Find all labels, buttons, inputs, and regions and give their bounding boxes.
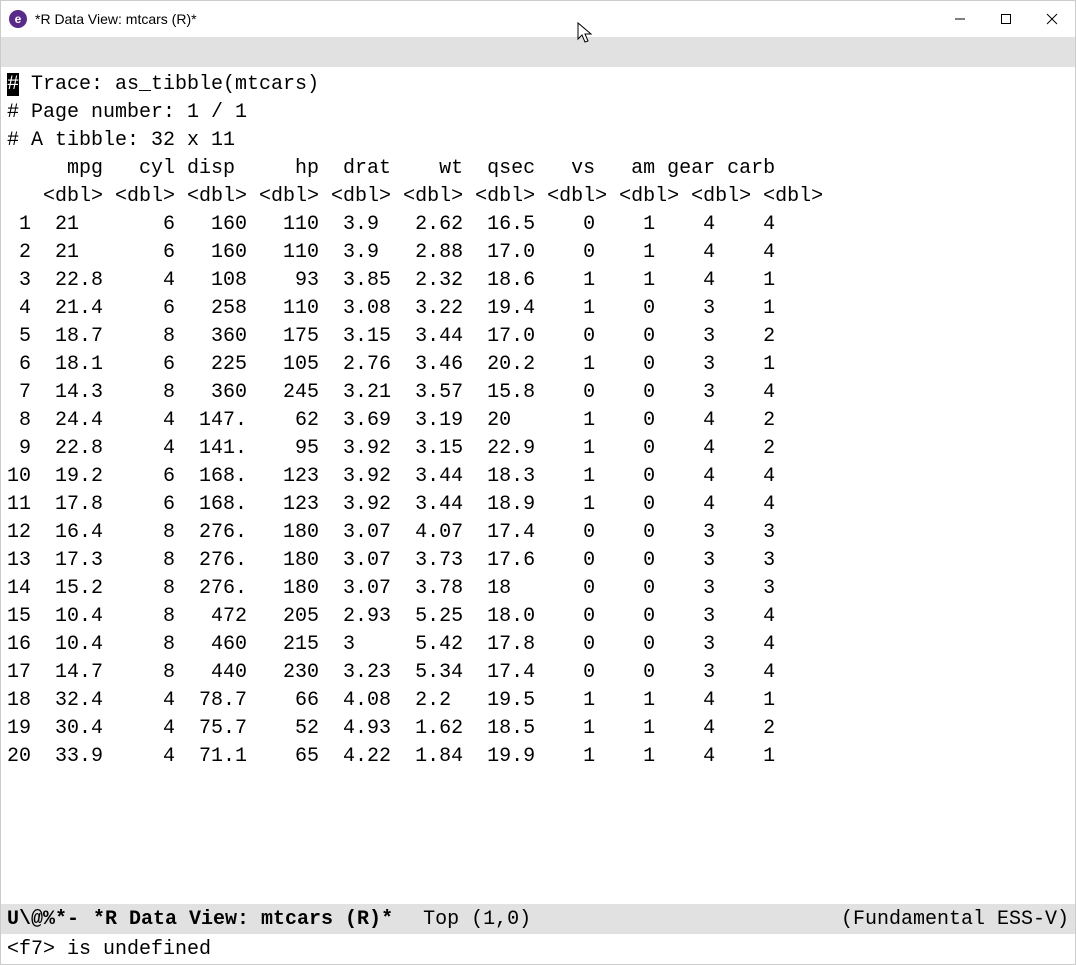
buffer-area[interactable]: # Trace: as_tibble(mtcars) # Page number…: [1, 67, 1075, 904]
minimize-button[interactable]: [937, 1, 983, 37]
toolbar-strip: [1, 37, 1075, 67]
maximize-button[interactable]: [983, 1, 1029, 37]
echo-message: <f7> is undefined: [7, 938, 211, 961]
modeline-major-mode: (Fundamental ESS-V): [841, 908, 1069, 931]
emacs-app-icon: e: [9, 10, 27, 28]
point-cursor: #: [7, 73, 19, 96]
close-icon: [1046, 13, 1058, 25]
window-titlebar[interactable]: e *R Data View: mtcars (R)*: [1, 1, 1075, 37]
mode-line[interactable]: U\@%*- *R Data View: mtcars (R)* Top (1,…: [1, 904, 1075, 934]
echo-area: <f7> is undefined: [1, 934, 1075, 964]
minimize-icon: [954, 13, 966, 25]
modeline-status: U\@%*-: [7, 908, 79, 931]
modeline-buffer-name: *R Data View: mtcars (R)*: [93, 908, 393, 931]
modeline-position: Top (1,0): [423, 908, 531, 931]
emacs-window: e *R Data View: mtcars (R)* # Trace: as_…: [0, 0, 1076, 965]
buffer-text[interactable]: # Trace: as_tibble(mtcars) # Page number…: [7, 71, 1069, 771]
window-title: *R Data View: mtcars (R)*: [35, 11, 197, 27]
close-button[interactable]: [1029, 1, 1075, 37]
maximize-icon: [1000, 13, 1012, 25]
